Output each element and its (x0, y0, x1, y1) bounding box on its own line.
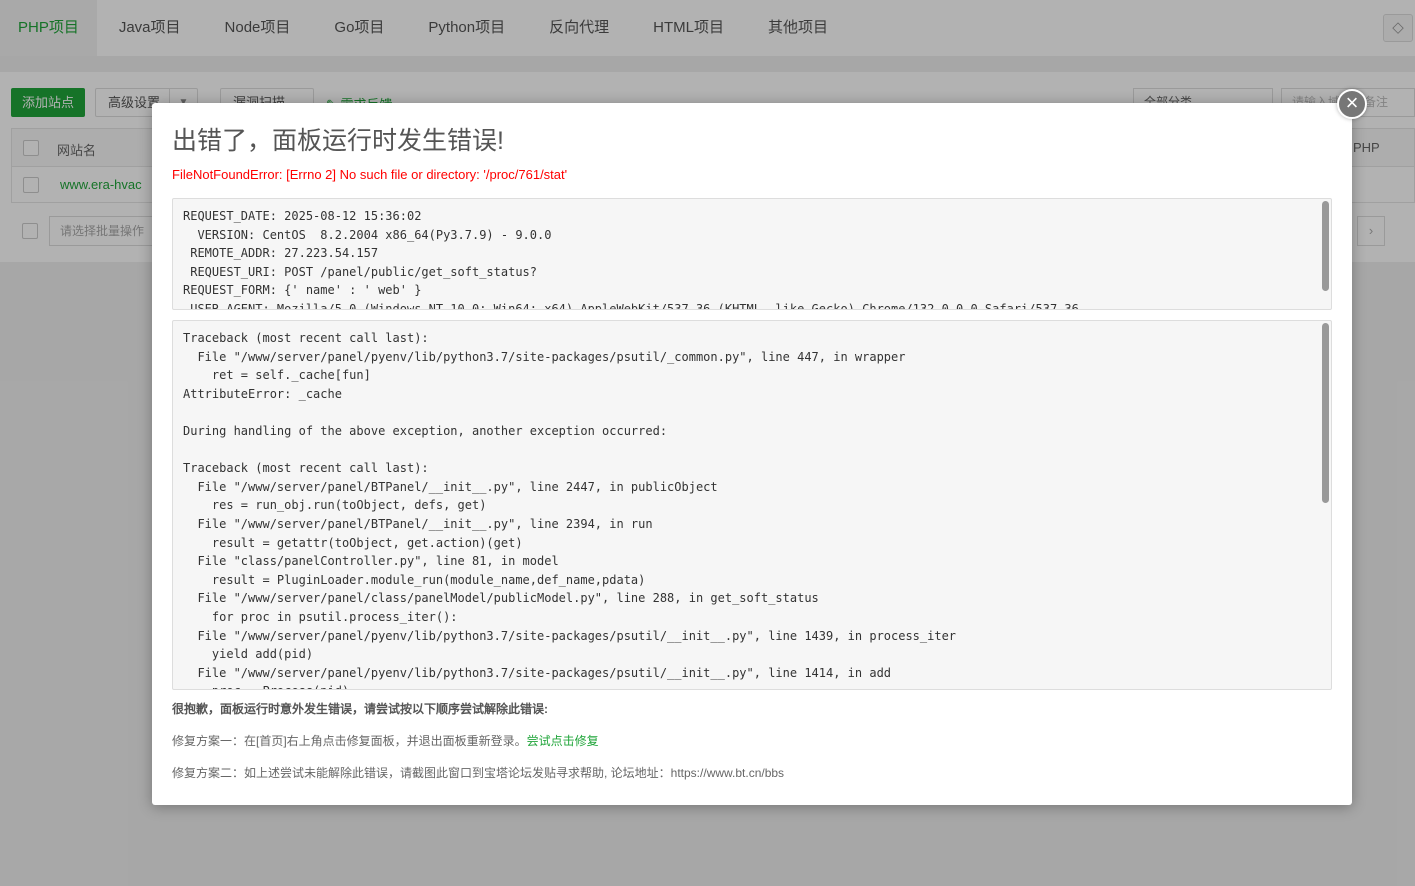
dialog-title: 出错了，面板运行时发生错误! (172, 127, 504, 155)
close-icon[interactable]: × (1337, 89, 1367, 119)
try-repair-link[interactable]: 尝试点击修复 (527, 734, 599, 748)
fix-option-one: 修复方案一：在[首页]右上角点击修复面板，并退出面板重新登录。尝试点击修复 (172, 732, 599, 749)
traceback-text: Traceback (most recent call last): File … (183, 331, 957, 689)
request-info-box[interactable]: REQUEST_DATE: 2025-08-12 15:36:02 VERSIO… (172, 198, 1332, 310)
fix-option-one-text: 修复方案一：在[首页]右上角点击修复面板，并退出面板重新登录。 (172, 734, 527, 748)
traceback-box[interactable]: Traceback (most recent call last): File … (172, 320, 1332, 690)
fix-option-two: 修复方案二：如上述尝试未能解除此错误，请截图此窗口到宝塔论坛发贴寻求帮助, 论坛… (172, 766, 785, 780)
error-dialog: × 出错了，面板运行时发生错误! FileNotFoundError: [Err… (152, 89, 1367, 805)
traceback-scrollbar[interactable] (1322, 323, 1329, 503)
request-info-text: REQUEST_DATE: 2025-08-12 15:36:02 VERSIO… (183, 209, 1079, 310)
hint-title: 很抱歉，面板运行时意外发生错误，请尝试按以下顺序尝试解除此错误: (172, 702, 548, 716)
error-message: FileNotFoundError: [Errno 2] No such fil… (172, 167, 568, 182)
request-info-scrollbar[interactable] (1322, 201, 1329, 291)
